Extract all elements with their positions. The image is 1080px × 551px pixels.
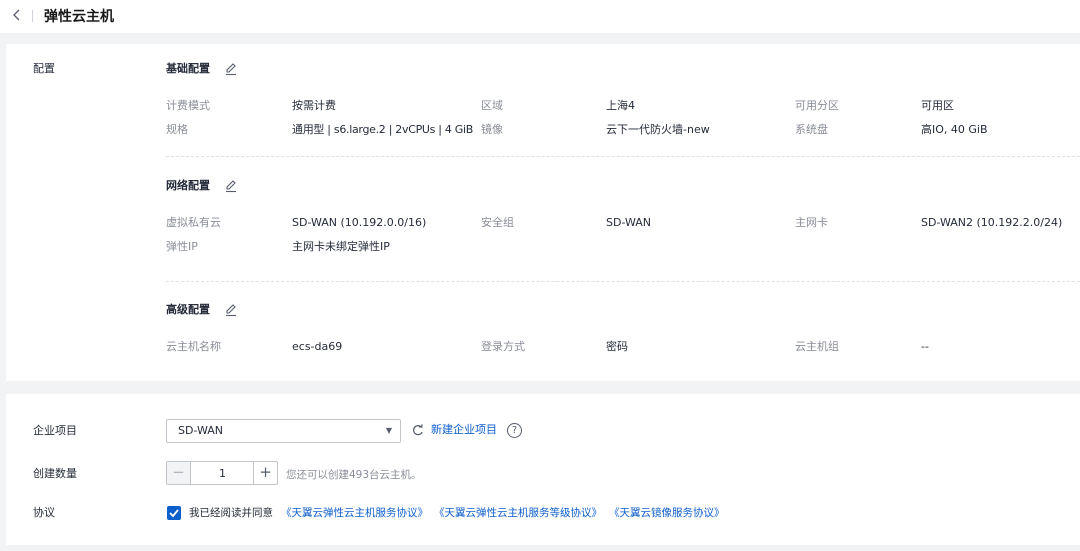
enterprise-project-value: SD-WAN — [178, 424, 224, 437]
section-divider — [166, 156, 1080, 157]
order-form-card: 企业项目 SD-WAN ▼ 新建企业项目 ? 创建数量 − + 您还可以创建49… — [6, 394, 1080, 545]
ecs-sla-link[interactable]: 《天翼云弹性云主机服务等级协议》 — [434, 506, 602, 520]
spec-value: 通用型 | s6.large.2 | 2vCPUs | 4 GiB — [292, 123, 474, 136]
agreement-label: 协议 — [33, 506, 55, 519]
page-header: 弹性云主机 — [0, 0, 1080, 33]
system-disk-value: 高IO, 40 GiB — [921, 123, 988, 136]
availability-zone-value: 可用区 — [921, 99, 954, 112]
spec-label: 规格 — [166, 123, 188, 136]
quantity-hint: 您还可以创建493台云主机。 — [286, 469, 422, 481]
system-disk-label: 系统盘 — [795, 123, 828, 136]
security-group-value: SD-WAN — [606, 216, 652, 229]
edit-network-config-icon[interactable] — [224, 179, 238, 193]
availability-zone-label: 可用分区 — [795, 99, 839, 112]
vpc-label: 虚拟私有云 — [166, 216, 221, 229]
edit-advanced-config-icon[interactable] — [224, 303, 238, 317]
login-method-value: 密码 — [606, 340, 628, 353]
new-enterprise-project-link[interactable]: 新建企业项目 — [431, 423, 497, 437]
basic-config-title: 基础配置 — [166, 62, 210, 75]
billing-mode-label: 计费模式 — [166, 99, 210, 112]
refresh-icon[interactable] — [411, 423, 425, 437]
chevron-left-icon[interactable] — [9, 5, 25, 25]
section-divider — [166, 281, 1080, 282]
security-group-label: 安全组 — [481, 216, 514, 229]
page-title: 弹性云主机 — [44, 9, 114, 25]
login-method-label: 登录方式 — [481, 340, 525, 353]
server-group-value: -- — [921, 340, 929, 353]
network-config-title: 网络配置 — [166, 179, 210, 192]
image-label: 镜像 — [481, 123, 503, 136]
instance-name-label: 云主机名称 — [166, 340, 221, 353]
ecs-service-agreement-link[interactable]: 《天翼云弹性云主机服务协议》 — [281, 506, 428, 520]
agreement-text: 我已经阅读并同意 — [189, 507, 273, 519]
primary-nic-value: SD-WAN2 (10.192.2.0/24) — [921, 216, 1063, 229]
vpc-value: SD-WAN (10.192.0.0/16) — [292, 216, 427, 229]
advanced-config-title: 高级配置 — [166, 303, 210, 316]
enterprise-project-label: 企业项目 — [33, 424, 77, 437]
server-group-label: 云主机组 — [795, 340, 839, 353]
agreement-checkbox[interactable] — [167, 506, 181, 520]
primary-nic-label: 主网卡 — [795, 216, 828, 229]
billing-mode-value: 按需计费 — [292, 99, 336, 112]
decrement-button[interactable]: − — [167, 462, 191, 484]
eip-label: 弹性IP — [166, 240, 198, 253]
instance-name-value: ecs-da69 — [292, 340, 343, 353]
quantity-stepper[interactable]: − + — [166, 461, 278, 485]
edit-basic-config-icon[interactable] — [224, 62, 238, 76]
region-label: 区域 — [481, 99, 503, 112]
help-icon[interactable]: ? — [507, 423, 522, 438]
header-divider — [32, 10, 33, 22]
quantity-input[interactable] — [191, 462, 254, 484]
config-summary-card: 配置 基础配置 计费模式 按需计费 区域 上海4 可用分区 可用区 规格 通用型… — [6, 44, 1080, 381]
image-service-agreement-link[interactable]: 《天翼云镜像服务协议》 — [609, 506, 725, 520]
enterprise-project-select[interactable]: SD-WAN ▼ — [166, 419, 401, 443]
increment-button[interactable]: + — [253, 462, 277, 484]
image-value: 云下一代防火墙-new — [606, 123, 710, 136]
config-label: 配置 — [33, 62, 55, 75]
quantity-label: 创建数量 — [33, 467, 77, 480]
caret-down-icon: ▼ — [385, 426, 392, 435]
region-value: 上海4 — [606, 99, 635, 112]
eip-value: 主网卡未绑定弹性IP — [292, 240, 390, 253]
